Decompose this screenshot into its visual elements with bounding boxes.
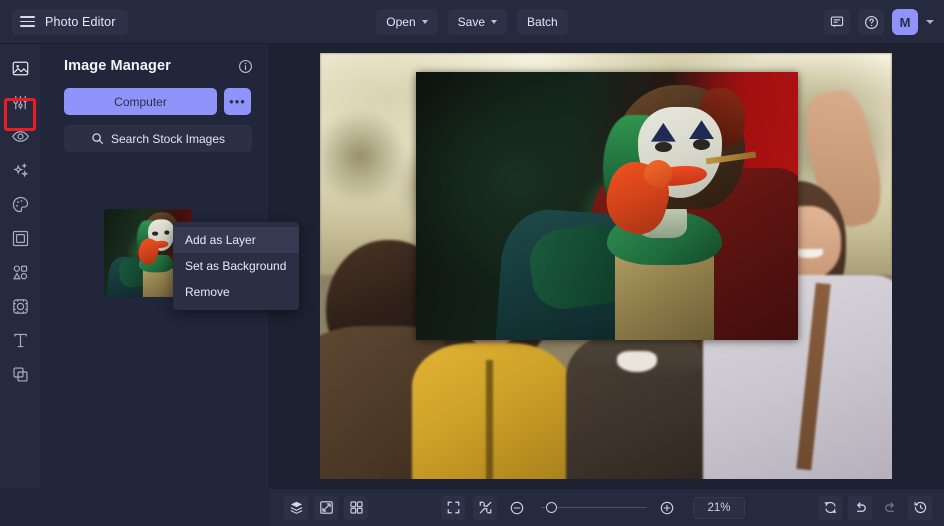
chevron-down-icon	[422, 20, 428, 24]
zoom-level-value[interactable]: 21%	[693, 497, 745, 519]
crop-transform-icon	[11, 297, 30, 316]
refresh-icon	[823, 500, 838, 515]
open-label: Open	[386, 15, 415, 29]
avatar-chevron-down-icon[interactable]	[926, 20, 934, 24]
redo-button[interactable]	[878, 496, 902, 520]
sliders-icon	[11, 93, 30, 112]
zoom-out-button[interactable]	[505, 496, 529, 520]
shapes-icon	[11, 263, 30, 282]
computer-upload-button[interactable]: Computer	[64, 88, 217, 115]
sidebar-item-transform[interactable]	[6, 294, 34, 318]
history-controls	[818, 496, 932, 520]
app-menu-brand[interactable]: Photo Editor	[12, 9, 128, 35]
minus-circle-icon	[509, 500, 525, 516]
sidebar-item-retouch[interactable]	[6, 124, 34, 148]
header-main-actions: Open Save Batch	[0, 0, 944, 44]
help-icon-button[interactable]	[858, 9, 884, 35]
more-options-button[interactable]: •••	[224, 88, 251, 115]
panel-header: Image Manager	[40, 44, 269, 74]
open-button[interactable]: Open	[376, 9, 437, 35]
help-icon	[864, 15, 879, 30]
reset-button[interactable]	[818, 496, 842, 520]
search-stock-images-button[interactable]: Search Stock Images	[64, 125, 252, 152]
context-menu-item-remove[interactable]: Remove	[173, 279, 299, 305]
redo-arrow-icon	[883, 500, 898, 515]
resize-diagonal-icon	[319, 500, 334, 515]
clock-history-icon	[913, 500, 928, 515]
tool-rail	[0, 44, 40, 488]
canvas-area[interactable]	[270, 44, 944, 488]
layers-button[interactable]	[284, 496, 308, 520]
expand-brackets-icon	[446, 500, 461, 515]
grid-button[interactable]	[344, 496, 368, 520]
zoom-controls: 21%	[441, 496, 745, 520]
sidebar-item-frames[interactable]	[6, 226, 34, 250]
sidebar-item-filters[interactable]	[6, 192, 34, 216]
search-icon	[91, 132, 104, 145]
grid-four-icon	[349, 500, 364, 515]
zoom-slider[interactable]	[537, 500, 647, 516]
info-circle-icon[interactable]	[238, 59, 253, 74]
undo-button[interactable]	[848, 496, 872, 520]
save-button[interactable]: Save	[448, 9, 507, 35]
shrink-button[interactable]	[473, 496, 497, 520]
sidebar-item-shapes[interactable]	[6, 260, 34, 284]
sidebar-item-image-manager[interactable]	[6, 56, 34, 80]
app-header: Photo Editor Open Save Batch	[0, 0, 944, 44]
batch-button[interactable]: Batch	[517, 9, 568, 35]
sidebar-item-text[interactable]	[6, 328, 34, 352]
sidebar-item-adjust[interactable]	[6, 90, 34, 114]
header-right-cluster: M	[824, 0, 934, 44]
avatar[interactable]: M	[892, 9, 918, 35]
context-menu-item-set-as-background[interactable]: Set as Background	[173, 253, 299, 279]
plus-circle-icon	[659, 500, 675, 516]
collapse-arrows-icon	[478, 500, 493, 515]
eye-icon	[11, 127, 30, 146]
zoom-in-button[interactable]	[655, 496, 679, 520]
chat-icon	[830, 15, 844, 29]
context-menu-item-add-as-layer[interactable]: Add as Layer	[173, 227, 299, 253]
undo-arrow-icon	[853, 500, 868, 515]
thumbnail-context-menu: Add as Layer Set as Background Remove	[173, 222, 299, 310]
palette-icon	[11, 195, 30, 214]
joker-eye-left	[655, 142, 672, 153]
source-buttons-row: Computer •••	[40, 74, 269, 115]
frame-icon	[11, 229, 30, 248]
text-icon	[11, 331, 30, 350]
zoom-slider-handle[interactable]	[546, 502, 557, 513]
canvas-stage[interactable]	[320, 53, 892, 479]
batch-label: Batch	[527, 15, 558, 29]
chat-icon-button[interactable]	[824, 9, 850, 35]
joker-eye-right	[693, 139, 710, 150]
sidebar-item-layers[interactable]	[6, 362, 34, 386]
history-button[interactable]	[908, 496, 932, 520]
hamburger-icon[interactable]	[20, 16, 35, 27]
bottom-toolbar: 21%	[270, 488, 944, 526]
overlay-layer-joker-portrait[interactable]	[416, 72, 798, 340]
chevron-down-icon	[491, 20, 497, 24]
app-title: Photo Editor	[45, 15, 116, 29]
layers-overlap-icon	[11, 365, 30, 384]
save-label: Save	[458, 15, 485, 29]
bottom-left-tools	[284, 496, 368, 520]
sparkles-icon	[11, 161, 30, 180]
image-icon	[11, 59, 30, 78]
image-manager-panel: Image Manager Computer ••• Search Stock …	[40, 44, 270, 488]
sidebar-item-effects[interactable]	[6, 158, 34, 182]
photo-editor-window: Photo Editor Open Save Batch	[0, 0, 944, 526]
fit-screen-button[interactable]	[441, 496, 465, 520]
search-stock-label: Search Stock Images	[111, 132, 225, 146]
resize-button[interactable]	[314, 496, 338, 520]
layers-stack-icon	[289, 500, 304, 515]
page-title: Image Manager	[64, 58, 171, 74]
